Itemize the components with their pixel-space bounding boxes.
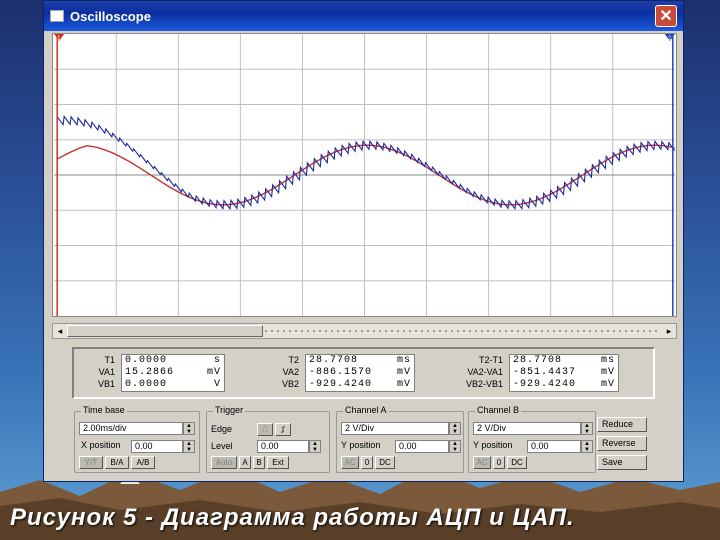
va2-label: VA2 [282,367,300,377]
va1-label: VA1 [98,367,116,377]
window-title: Oscilloscope [70,8,151,24]
timebase-scale-field[interactable]: 2.00ms/div [79,422,183,435]
slide-caption: Рисунок 5 - Диаграмма работы АЦП и ЦАП. [10,504,575,531]
app-icon [50,10,64,22]
scroll-left-arrow-icon[interactable]: ◂ [53,324,67,338]
horizontal-scrollbar[interactable]: ◂ ▸ [52,323,677,339]
va2-va1-value: -851.4437 [513,367,577,378]
mode-yt-button[interactable]: Y/T [79,456,103,469]
vb2-unit: mV [397,379,412,390]
va2-unit: mV [397,367,412,378]
scroll-track[interactable] [265,330,660,332]
level-label: Level [211,441,233,451]
vb2-vb1-label: VB2-VB1 [466,379,504,389]
trigger-title: Trigger [213,405,246,415]
channel-b-scale-field[interactable]: 2 V/Div [473,422,581,435]
channel-a-dc-button[interactable]: DC [375,456,395,469]
scroll-right-arrow-icon[interactable]: ▸ [662,324,676,338]
trigger-a-button[interactable]: A [239,456,251,469]
vb1-unit: V [214,379,222,390]
channel-b-ac-button[interactable]: AC [473,456,491,469]
t2-t1-value: 28.7708 [513,355,563,366]
trigger-level-field[interactable]: 0.00 [257,440,309,453]
channel-a-group: Channel A 2 V/Div ▲ ▼ Y position 0.00 ▲ ▼ … [336,405,464,473]
channel-b-ypos-label: Y position [473,440,513,450]
oscilloscope-display: 12 [52,33,677,317]
trigger-b-button[interactable]: B [253,456,265,469]
t1-unit: s [214,355,222,366]
reverse-button[interactable]: Reverse [597,436,647,451]
channel-a-scale-spin-icon[interactable]: ▲ ▼ [449,422,461,435]
trigger-level-spin-icon[interactable]: ▲ ▼ [309,440,321,453]
falling-edge-icon[interactable]: ⎎ [275,423,291,436]
t2-label: T2 [288,355,300,365]
t2-unit: ms [397,355,412,366]
t2-t1-label: T2-T1 [479,355,504,365]
save-button[interactable]: Save [597,455,647,470]
channel-b-ypos-spin-icon[interactable]: ▲ ▼ [581,440,593,453]
va1-value: 15.2866 [125,367,175,378]
mode-ba-button[interactable]: B/A [105,456,129,469]
cursor-readout-panel: T1 VA1 VB1 0.0000 s 15.2866 mV 0.0000 V T2 … [72,347,655,399]
x-position-field[interactable]: 0.00 [131,440,183,453]
channel-a-title: Channel A [343,405,389,415]
t2-t1-unit: ms [601,355,616,366]
va2-va1-label: VA2-VA1 [467,367,504,377]
channel-b-zero-button[interactable]: 0 [493,456,505,469]
reduce-button[interactable]: Reduce [597,417,647,432]
rising-edge-icon[interactable]: ⎍ [257,423,273,436]
readout-t2: T2 VA2 VB2 28.7708 ms -886.1570 mV -929.42… [282,354,416,392]
channel-a-zero-button[interactable]: 0 [361,456,373,469]
va2-va1-unit: mV [601,367,616,378]
cursor-2-label: 2 [668,36,671,42]
vb2-value: -929.4240 [309,379,373,390]
channel-b-group: Channel B 2 V/Div ▲ ▼ Y position 0.00 ▲ ▼ … [468,405,596,473]
trigger-group: Trigger Edge ⎍ ⎎ Level 0.00 ▲ ▼ Auto A B … [206,405,330,473]
channel-a-ypos-label: Y position [341,440,381,450]
mode-ab-button[interactable]: A/B [131,456,155,469]
t2-value: 28.7708 [309,355,359,366]
vb2-vb1-value: -929.4240 [513,379,577,390]
vb1-value: 0.0000 [125,379,168,390]
va1-unit: mV [207,367,222,378]
channel-a-ac-button[interactable]: AC [341,456,359,469]
vb1-label: VB1 [98,379,116,389]
readout-diff: T2-T1 VA2-VA1 VB2-VB1 28.7708 ms -851.443… [466,354,620,392]
trigger-auto-button[interactable]: Auto [211,456,237,469]
vb2-label: VB2 [282,379,300,389]
timebase-group: Time base 2.00ms/div ▲ ▼ X position 0.00 … [74,405,200,473]
va2-value: -886.1570 [309,367,373,378]
timebase-spin-icon[interactable]: ▲ ▼ [183,422,195,435]
readout-t1: T1 VA1 VB1 0.0000 s 15.2866 mV 0.0000 V [98,354,226,392]
x-position-spin-icon[interactable]: ▲ ▼ [183,440,195,453]
title-bar[interactable]: Oscilloscope ✕ [44,1,683,31]
trigger-ext-button[interactable]: Ext [267,456,289,469]
oscilloscope-window: Oscilloscope ✕ 12 ◂ ▸ T1 VA1 VB1 0.0000 s… [43,0,684,482]
x-position-label: X position [81,440,121,450]
timebase-title: Time base [81,405,127,415]
channel-b-scale-spin-icon[interactable]: ▲ ▼ [581,422,593,435]
scroll-thumb[interactable] [67,325,263,337]
t1-label: T1 [104,355,116,365]
channel-b-title: Channel B [475,405,522,415]
edge-label: Edge [211,424,233,434]
channel-a-scale-field[interactable]: 2 V/Div [341,422,449,435]
channel-a-ypos-field[interactable]: 0.00 [395,440,449,453]
channel-a-trace [56,114,676,211]
t1-value: 0.0000 [125,355,168,366]
channel-b-dc-button[interactable]: DC [507,456,527,469]
channel-b-ypos-field[interactable]: 0.00 [527,440,581,453]
close-button[interactable]: ✕ [655,5,677,27]
vb2-vb1-unit: mV [601,379,616,390]
channel-a-ypos-spin-icon[interactable]: ▲ ▼ [449,440,461,453]
